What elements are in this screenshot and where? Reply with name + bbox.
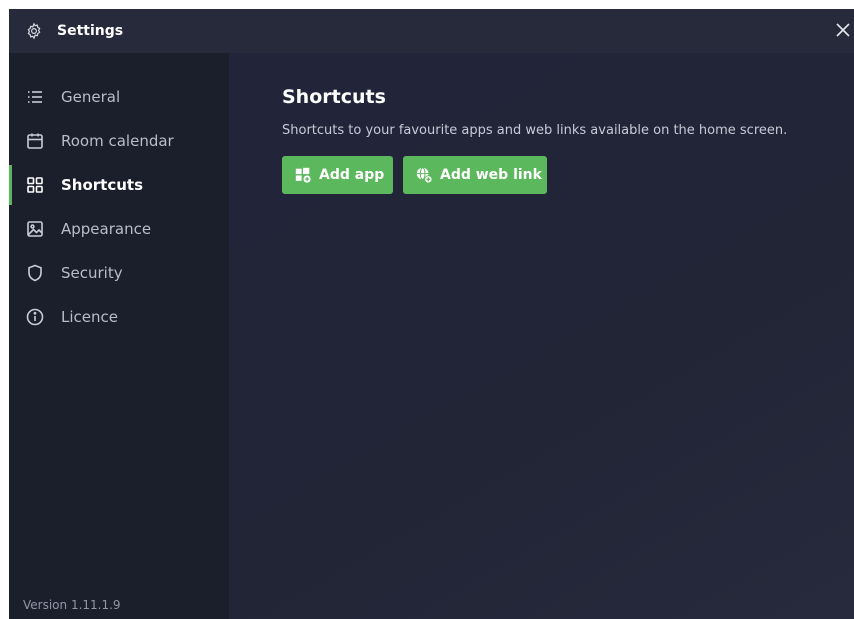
sidebar-item-room-calendar[interactable]: Room calendar	[9, 121, 229, 161]
sidebar-item-label: Security	[61, 264, 123, 282]
add-web-link-label: Add web link	[440, 167, 542, 183]
add-web-link-icon	[416, 167, 433, 184]
version-label: Version 1.11.1.9	[23, 598, 121, 612]
page-description: Shortcuts to your favourite apps and web…	[282, 123, 788, 138]
add-web-link-button[interactable]: Add web link	[403, 156, 547, 194]
main-content: Shortcuts Shortcuts to your favourite ap…	[229, 53, 854, 619]
sidebar-item-label: General	[61, 88, 121, 106]
settings-window: Settings General Room calendar Shortcuts…	[9, 9, 854, 619]
sidebar-item-label: Shortcuts	[61, 176, 144, 194]
sidebar-item-label: Room calendar	[61, 132, 174, 150]
close-icon[interactable]	[832, 19, 854, 41]
window-title: Settings	[57, 23, 124, 39]
sidebar: General Room calendar Shortcuts Appearan…	[9, 53, 229, 619]
sidebar-item-label: Licence	[61, 308, 118, 326]
info-icon	[26, 308, 44, 326]
sidebar-item-general[interactable]: General	[9, 77, 229, 117]
sidebar-item-shortcuts[interactable]: Shortcuts	[9, 165, 229, 205]
list-icon	[28, 91, 42, 103]
add-app-icon	[295, 167, 311, 183]
gear-icon	[27, 22, 41, 40]
image-icon	[27, 221, 43, 237]
add-app-label: Add app	[319, 167, 385, 183]
sidebar-item-appearance[interactable]: Appearance	[9, 209, 229, 249]
sidebar-item-security[interactable]: Security	[9, 253, 229, 293]
shield-icon	[28, 264, 42, 282]
grid-icon	[27, 177, 43, 193]
title-bar: Settings	[9, 9, 854, 53]
calendar-icon	[27, 133, 43, 149]
sidebar-item-label: Appearance	[61, 220, 152, 238]
add-app-button[interactable]: Add app	[282, 156, 393, 194]
sidebar-item-licence[interactable]: Licence	[9, 297, 229, 337]
page-title: Shortcuts	[282, 86, 386, 108]
